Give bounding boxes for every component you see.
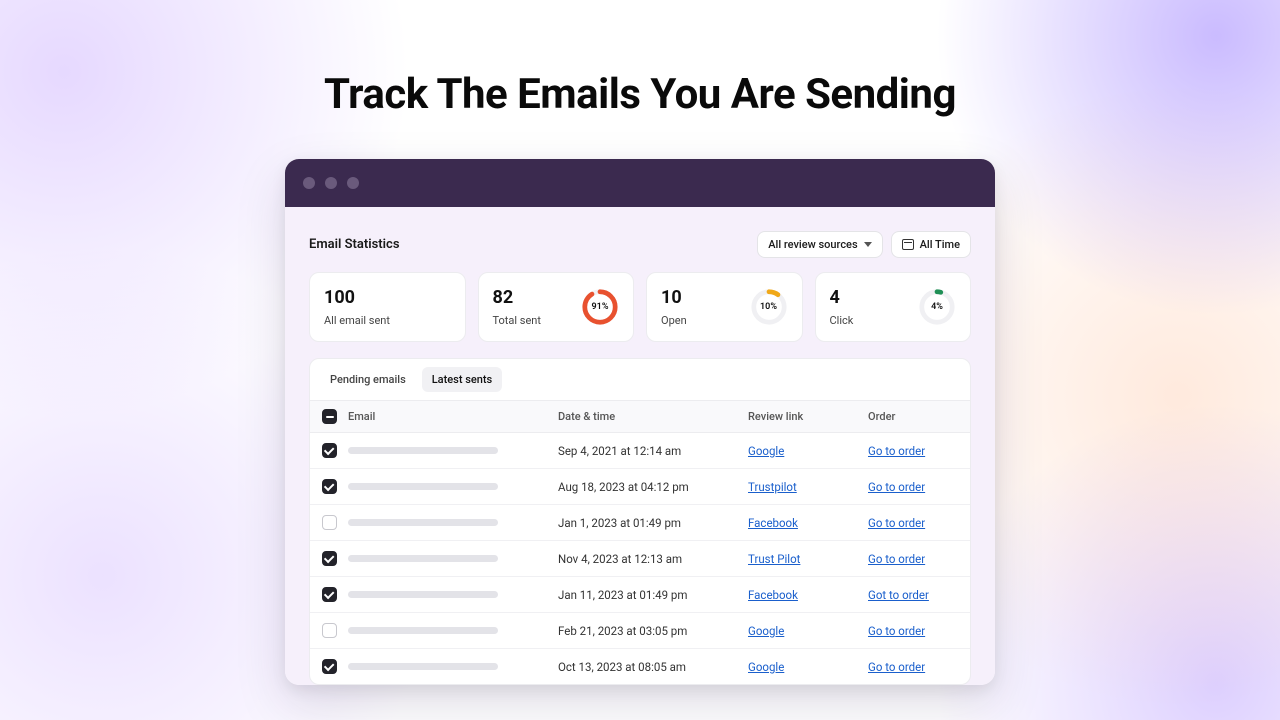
emails-table: Pending emails Latest sents Email Date &… — [309, 358, 971, 685]
browser-window: Email Statistics All review sources All … — [285, 159, 995, 685]
row-date: Oct 13, 2023 at 08:05 am — [558, 660, 748, 674]
review-link[interactable]: Trustpilot — [748, 480, 797, 494]
order-link[interactable]: Go to order — [868, 480, 925, 494]
filter-label: All Time — [920, 238, 960, 251]
tab-pending-emails[interactable]: Pending emails — [320, 367, 416, 392]
order-link[interactable]: Go to order — [868, 444, 925, 458]
col-header-order: Order — [868, 410, 958, 423]
time-range-filter[interactable]: All Time — [891, 231, 971, 258]
select-all-checkbox[interactable] — [322, 409, 337, 424]
content-area: Email Statistics All review sources All … — [285, 207, 995, 685]
table-row: Aug 18, 2023 at 04:12 pmTrustpilot Go to … — [310, 469, 970, 505]
order-link[interactable]: Got to order — [868, 588, 929, 602]
row-checkbox[interactable] — [322, 515, 337, 530]
stat-value: 4 — [830, 287, 854, 308]
stats-row: 100 All email sent 82 Total sent 91% 10 … — [309, 272, 971, 342]
stat-card-total-sent: 82 Total sent 91% — [478, 272, 635, 342]
row-date: Jan 11, 2023 at 01:49 pm — [558, 588, 748, 602]
table-row: Jan 11, 2023 at 01:49 pmFacebook Got to o… — [310, 577, 970, 613]
row-checkbox[interactable] — [322, 479, 337, 494]
row-date: Sep 4, 2021 at 12:14 am — [558, 444, 748, 458]
review-link[interactable]: Google — [748, 660, 784, 674]
row-checkbox[interactable] — [322, 659, 337, 674]
table-row: Oct 13, 2023 at 08:05 amGoogle Go to orde… — [310, 649, 970, 684]
donut-total-sent: 91% — [581, 288, 619, 326]
email-placeholder — [348, 447, 498, 454]
row-date: Nov 4, 2023 at 12:13 am — [558, 552, 748, 566]
stat-card-click: 4 Click 4% — [815, 272, 972, 342]
traffic-light-dot — [303, 177, 315, 189]
row-checkbox[interactable] — [322, 443, 337, 458]
donut-open: 10% — [750, 288, 788, 326]
stat-label: Total sent — [493, 314, 541, 327]
row-date: Aug 18, 2023 at 04:12 pm — [558, 480, 748, 494]
stat-label: Open — [661, 314, 687, 327]
page-headline: Track The Emails You Are Sending — [324, 70, 956, 119]
donut-pct-label: 91% — [581, 288, 619, 326]
stat-card-all-sent: 100 All email sent — [309, 272, 466, 342]
review-link[interactable]: Facebook — [748, 588, 798, 602]
order-link[interactable]: Go to order — [868, 552, 925, 566]
table-row: Sep 4, 2021 at 12:14 amGoogle Go to order — [310, 433, 970, 469]
row-date: Feb 21, 2023 at 03:05 pm — [558, 624, 748, 638]
email-placeholder — [348, 519, 498, 526]
col-header-date: Date & time — [558, 410, 748, 423]
donut-pct-label: 4% — [918, 288, 956, 326]
row-checkbox[interactable] — [322, 623, 337, 638]
review-link[interactable]: Trust Pilot — [748, 552, 800, 566]
table-row: Feb 21, 2023 at 03:05 pmGoogle Go to orde… — [310, 613, 970, 649]
donut-pct-label: 10% — [750, 288, 788, 326]
filter-label: All review sources — [768, 238, 857, 251]
order-link[interactable]: Go to order — [868, 516, 925, 530]
stat-label: Click — [830, 314, 854, 327]
review-sources-filter[interactable]: All review sources — [757, 231, 882, 258]
table-row: Nov 4, 2023 at 12:13 amTrust Pilot Go to … — [310, 541, 970, 577]
col-header-email: Email — [348, 410, 558, 423]
order-link[interactable]: Go to order — [868, 624, 925, 638]
review-link[interactable]: Google — [748, 444, 784, 458]
chevron-down-icon — [864, 242, 872, 247]
row-date: Jan 1, 2023 at 01:49 pm — [558, 516, 748, 530]
order-link[interactable]: Go to order — [868, 660, 925, 674]
calendar-icon — [902, 239, 914, 250]
donut-click: 4% — [918, 288, 956, 326]
email-placeholder — [348, 663, 498, 670]
review-link[interactable]: Google — [748, 624, 784, 638]
row-checkbox[interactable] — [322, 587, 337, 602]
stat-card-open: 10 Open 10% — [646, 272, 803, 342]
col-header-review: Review link — [748, 410, 868, 423]
traffic-light-dot — [325, 177, 337, 189]
email-placeholder — [348, 555, 498, 562]
traffic-light-dot — [347, 177, 359, 189]
row-checkbox[interactable] — [322, 551, 337, 566]
table-header: Email Date & time Review link Order — [310, 400, 970, 433]
tab-latest-sents[interactable]: Latest sents — [422, 367, 502, 392]
stat-label: All email sent — [324, 314, 390, 327]
titlebar — [285, 159, 995, 207]
review-link[interactable]: Facebook — [748, 516, 798, 530]
email-placeholder — [348, 627, 498, 634]
stat-value: 100 — [324, 287, 390, 308]
email-placeholder — [348, 483, 498, 490]
stat-value: 82 — [493, 287, 541, 308]
stat-value: 10 — [661, 287, 687, 308]
email-placeholder — [348, 591, 498, 598]
table-row: Jan 1, 2023 at 01:49 pmFacebook Go to ord… — [310, 505, 970, 541]
section-title: Email Statistics — [309, 237, 400, 252]
